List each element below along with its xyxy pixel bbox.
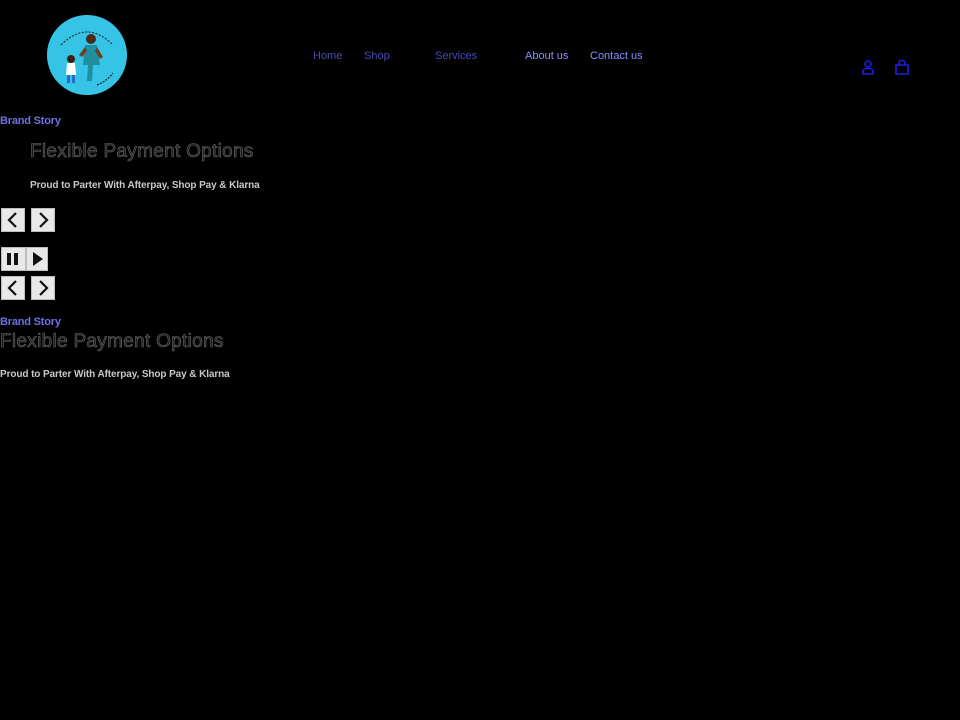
page: Home Shop Services About us Contact us B… [0, 0, 960, 720]
slide-headline: Flexible Payment Options [0, 331, 224, 353]
chevron-right-icon [39, 212, 49, 228]
brand-story-link[interactable]: Brand Story [0, 115, 61, 128]
slide-headline: Flexible Payment Options [30, 141, 254, 163]
account-icon[interactable] [860, 59, 876, 75]
slideshow-play-button[interactable] [26, 247, 48, 271]
main-nav: Home Shop Services About us Contact us [0, 49, 960, 63]
slide-subheading: Proud to Parter With Afterpay, Shop Pay … [30, 180, 260, 191]
nav-services[interactable]: Services [435, 49, 477, 63]
nav-contact-us[interactable]: Contact us [590, 49, 643, 63]
chevron-left-icon [7, 212, 17, 228]
nav-about-us[interactable]: About us [525, 49, 568, 63]
play-icon [33, 252, 43, 266]
slide-next-button[interactable] [31, 208, 55, 232]
brand-story-link[interactable]: Brand Story [0, 316, 61, 329]
slide-next-button[interactable] [31, 276, 55, 300]
slideshow-pause-button[interactable] [1, 247, 26, 271]
slide-previous-button[interactable] [1, 208, 25, 232]
slide-previous-button[interactable] [1, 276, 25, 300]
chevron-left-icon [7, 280, 17, 296]
cart-icon[interactable] [894, 59, 910, 75]
nav-home[interactable]: Home [313, 49, 342, 63]
pause-icon [7, 253, 18, 265]
chevron-right-icon [39, 280, 49, 296]
slide-subheading: Proud to Parter With Afterpay, Shop Pay … [0, 369, 230, 380]
nav-shop[interactable]: Shop [364, 49, 390, 63]
